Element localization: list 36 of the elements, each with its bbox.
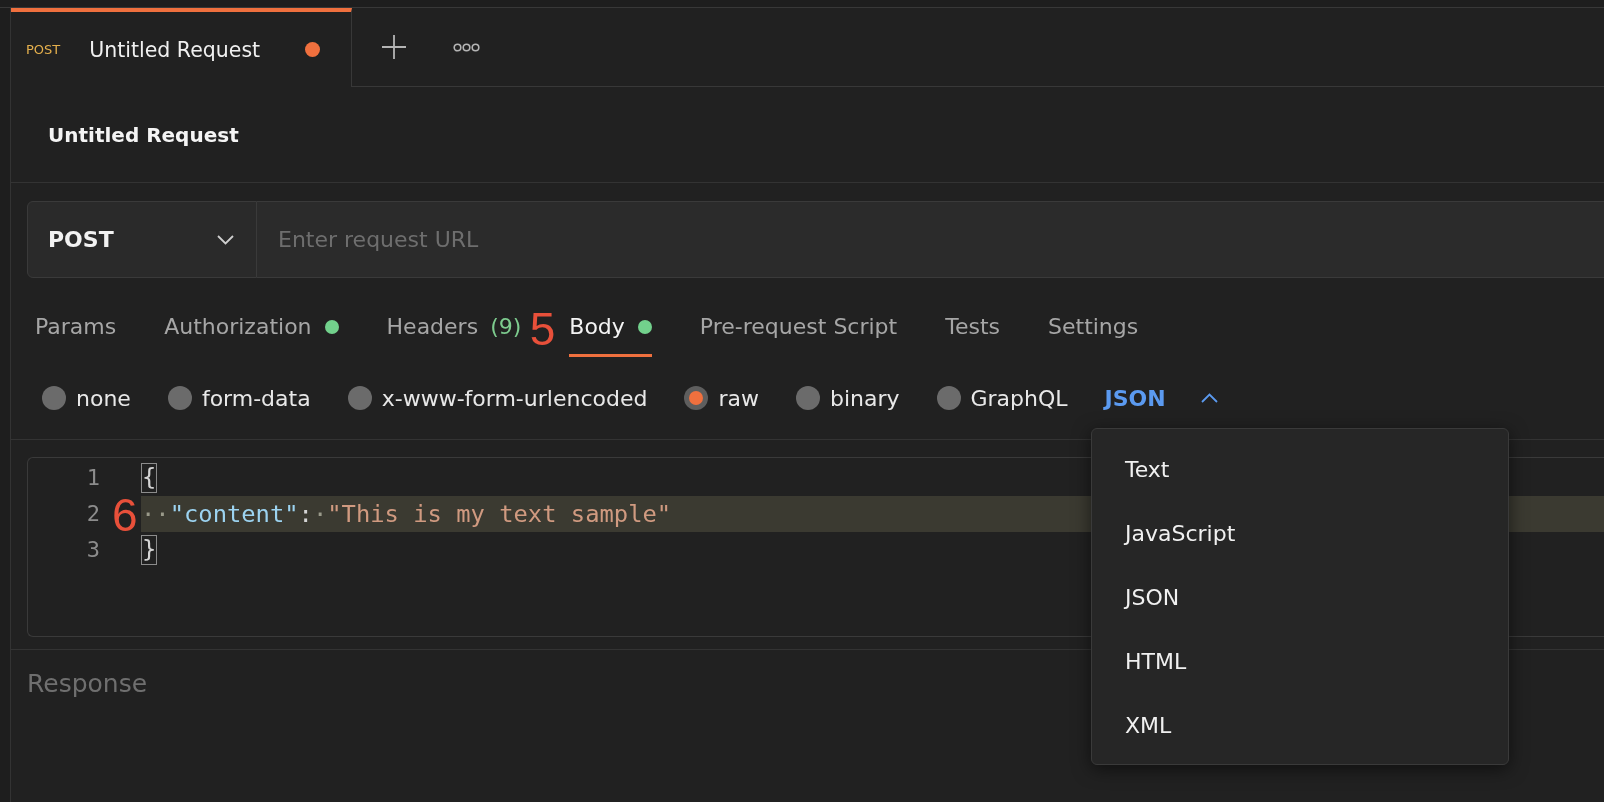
menu-item[interactable]: JSON: [1092, 565, 1508, 629]
plus-icon[interactable]: [382, 35, 406, 59]
radio-icon[interactable]: [42, 386, 66, 410]
response-heading: Response: [27, 669, 148, 698]
line-number: 2: [85, 500, 100, 528]
radio-icon[interactable]: [936, 386, 961, 410]
step-number: 6: [112, 492, 138, 538]
body-type-option[interactable]: raw: [684, 385, 759, 411]
body-type-option[interactable]: GraphQL: [936, 385, 1068, 411]
radio-icon[interactable]: [167, 386, 192, 410]
line-number: 1: [85, 464, 100, 492]
tab[interactable]: Pre-request Script: [699, 313, 898, 357]
body-type-option[interactable]: binary: [795, 385, 900, 411]
url-input[interactable]: Enter request URL: [257, 201, 1604, 278]
line-number: 3: [85, 536, 100, 564]
radio-icon[interactable]: [795, 386, 820, 410]
tab[interactable]: Params: [35, 313, 117, 357]
more-icon[interactable]: [453, 42, 480, 52]
radio-icon[interactable]: [347, 386, 372, 410]
tab[interactable]: Headers (9): [386, 313, 522, 357]
tab[interactable]: Body: [569, 313, 652, 357]
method-dropdown[interactable]: POST: [27, 201, 257, 278]
tab[interactable]: Settings: [1048, 313, 1139, 357]
request-name: Untitled Request: [48, 122, 239, 147]
body-type-option[interactable]: form-data: [167, 385, 311, 411]
radio-icon[interactable]: [684, 386, 709, 410]
body-type-option[interactable]: none: [42, 385, 131, 411]
request-tab[interactable]: POST Untitled Request: [11, 8, 352, 87]
body-type-option[interactable]: x-www-form-urlencoded: [347, 385, 648, 411]
step-number: 5: [529, 306, 556, 352]
tab[interactable]: Tests: [945, 313, 1000, 357]
chevron-down-icon: [217, 234, 234, 245]
menu-item[interactable]: XML: [1092, 693, 1508, 757]
tab[interactable]: Authorization: [164, 313, 339, 357]
language-dropdown[interactable]: JSON: [1104, 385, 1218, 411]
menu-item[interactable]: HTML: [1092, 629, 1508, 693]
